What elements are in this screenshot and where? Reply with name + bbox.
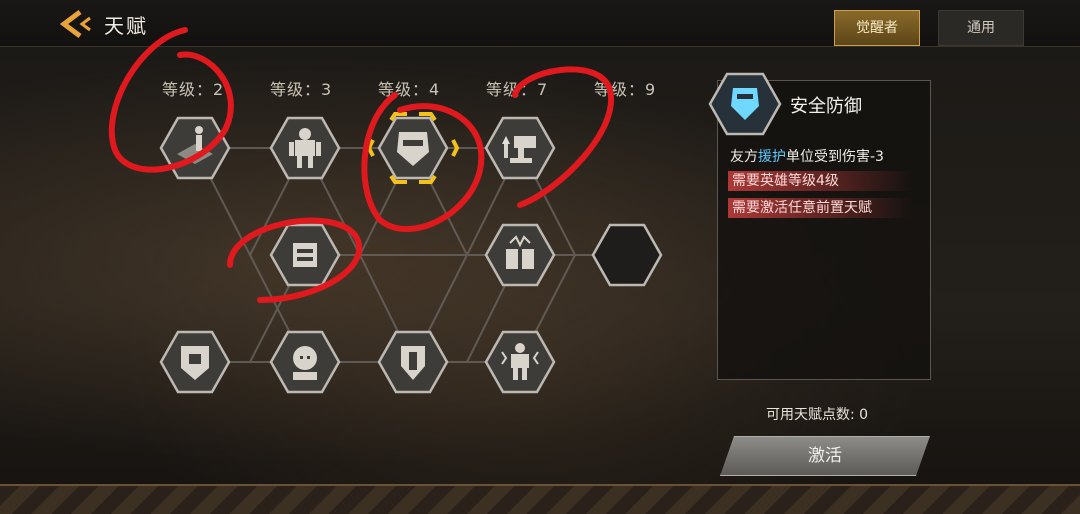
talent-node-safety-defense[interactable]	[366, 112, 460, 184]
available-points: 可用天赋点数: 0	[766, 407, 869, 423]
talent-node-locked[interactable]	[591, 223, 663, 287]
talent-node-electric-mech[interactable]	[484, 330, 556, 394]
bottom-hazard-strip	[0, 484, 1080, 514]
generator-icon	[293, 243, 317, 267]
requirement-hero-level: 需要英雄等级4级	[728, 171, 912, 191]
talent-node-generator[interactable]	[269, 223, 341, 287]
activate-button[interactable]: 激活	[720, 436, 930, 476]
bald-soldier-icon	[293, 346, 317, 380]
talent-node-armor[interactable]	[159, 330, 231, 394]
talent-title: 安全防御	[790, 96, 862, 117]
keyword-support: 援护	[758, 149, 786, 165]
talent-node-soldier[interactable]	[269, 330, 341, 394]
talent-node-mech[interactable]	[269, 116, 341, 180]
talent-node-turret[interactable]	[484, 116, 556, 180]
talent-node-defense[interactable]	[377, 330, 449, 394]
shield-helmet-icon	[708, 72, 782, 136]
talent-description: 友方援护单位受到伤害-3	[730, 149, 884, 165]
talent-node-crate[interactable]	[484, 223, 556, 287]
requirement-prerequisite: 需要激活任意前置天赋	[728, 198, 912, 218]
